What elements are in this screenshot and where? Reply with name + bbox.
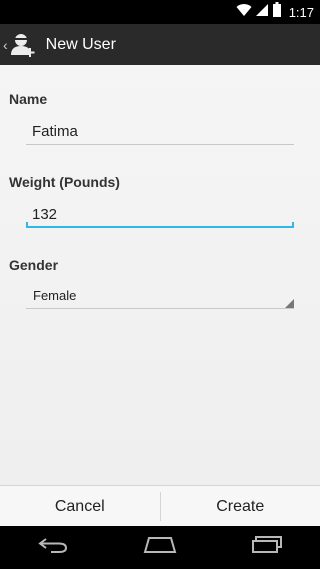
navigation-bar bbox=[0, 526, 320, 569]
status-icons: 1:17 bbox=[236, 0, 314, 24]
page-title: New User bbox=[45, 35, 116, 53]
button-bar: Cancel Create bbox=[0, 485, 320, 527]
up-navigation-button[interactable]: ‹ New User bbox=[0, 24, 116, 65]
wifi-icon bbox=[236, 3, 252, 22]
new-user-form: Name Weight (Pounds) Gender Female bbox=[0, 65, 320, 526]
add-user-icon bbox=[9, 31, 37, 59]
action-bar: ‹ New User bbox=[0, 24, 320, 65]
cancel-button[interactable]: Cancel bbox=[0, 486, 160, 527]
weight-label: Weight (Pounds) bbox=[9, 174, 120, 190]
name-label: Name bbox=[9, 91, 48, 107]
back-button[interactable] bbox=[25, 526, 81, 569]
gender-spinner-value: Female bbox=[33, 288, 77, 303]
weight-field[interactable] bbox=[26, 200, 294, 228]
chevron-left-icon: ‹ bbox=[3, 36, 8, 53]
recent-apps-button[interactable] bbox=[239, 526, 295, 569]
gender-spinner[interactable]: Female bbox=[26, 285, 294, 309]
dropdown-arrow-icon bbox=[285, 299, 294, 308]
back-icon bbox=[37, 535, 69, 560]
signal-icon bbox=[255, 3, 269, 22]
home-icon bbox=[143, 536, 177, 559]
recent-apps-icon bbox=[251, 536, 283, 559]
status-time: 1:17 bbox=[288, 4, 314, 20]
name-field[interactable] bbox=[26, 117, 294, 145]
home-button[interactable] bbox=[132, 526, 188, 569]
status-bar: 1:17 bbox=[0, 0, 320, 24]
name-field-underline bbox=[26, 144, 294, 145]
weight-field-underline bbox=[26, 222, 294, 228]
battery-icon bbox=[272, 2, 281, 22]
gender-spinner-underline bbox=[26, 308, 294, 309]
gender-label: Gender bbox=[9, 257, 59, 273]
create-button[interactable]: Create bbox=[161, 486, 320, 527]
